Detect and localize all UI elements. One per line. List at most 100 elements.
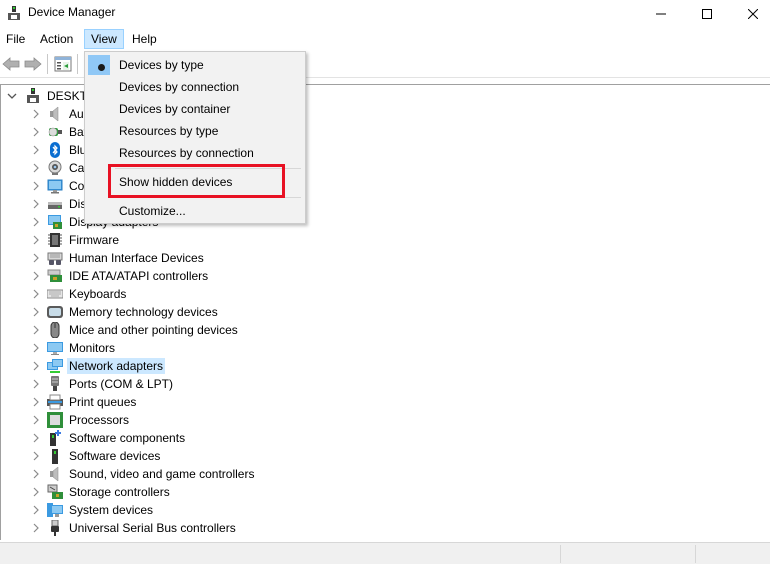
- menu-file[interactable]: File: [0, 29, 31, 49]
- tree-item[interactable]: System devices: [31, 501, 155, 519]
- tree-item[interactable]: Storage controllers: [31, 483, 172, 501]
- chevron-right-icon[interactable]: [31, 393, 41, 411]
- software-component-icon: [47, 430, 63, 446]
- menu-view[interactable]: View: [84, 29, 124, 49]
- tree-item-label: Software devices: [69, 449, 161, 463]
- chevron-right-icon[interactable]: [31, 141, 41, 159]
- chevron-right-icon[interactable]: [31, 483, 41, 501]
- camera-icon: [47, 160, 63, 176]
- tree-item-label: Network adapters: [67, 358, 166, 374]
- tree-item[interactable]: IDE ATA/ATAPI controllers: [31, 267, 210, 285]
- tree-item-label: Processors: [69, 413, 130, 427]
- tree-item-label: System devices: [69, 503, 154, 517]
- chevron-right-icon[interactable]: [31, 285, 41, 303]
- system-devices-icon: [47, 502, 63, 518]
- tree-item[interactable]: Software devices: [31, 447, 162, 465]
- tree-item-label: Human Interface Devices: [69, 251, 204, 265]
- tree-item[interactable]: Sound, video and game controllers: [31, 465, 256, 483]
- minimize-icon: [656, 13, 666, 15]
- disk-drive-icon: [47, 196, 63, 212]
- device-manager-app-icon: [6, 5, 22, 21]
- keyboard-icon: [46, 286, 64, 302]
- tree-item[interactable]: Print queues: [31, 393, 138, 411]
- computer-root-icon: [25, 88, 41, 104]
- close-icon: [748, 9, 758, 19]
- maximize-button[interactable]: [684, 0, 730, 28]
- forward-button[interactable]: [22, 54, 44, 74]
- tree-item[interactable]: Universal Serial Bus controllers: [31, 519, 238, 537]
- chevron-right-icon[interactable]: [31, 267, 41, 285]
- tree-item-label: Ports (COM & LPT): [69, 377, 174, 391]
- chevron-down-icon[interactable]: [7, 87, 17, 105]
- status-bar: [0, 542, 770, 564]
- firmware-chip-icon: [47, 232, 63, 248]
- chevron-right-icon[interactable]: [31, 213, 41, 231]
- menu-help[interactable]: Help: [126, 29, 163, 49]
- chevron-right-icon[interactable]: [31, 339, 41, 357]
- chevron-right-icon[interactable]: [31, 357, 41, 375]
- menu-item-devices-by-connection[interactable]: Devices by connection: [119, 80, 239, 94]
- highlight-annotation-box: [108, 164, 285, 198]
- menu-item-devices-by-type[interactable]: Devices by type: [119, 58, 204, 72]
- window-title: Device Manager: [28, 5, 116, 19]
- chevron-right-icon[interactable]: [31, 195, 41, 213]
- chevron-right-icon[interactable]: [31, 501, 41, 519]
- chevron-right-icon[interactable]: [31, 303, 41, 321]
- minimize-button[interactable]: [638, 0, 684, 28]
- tree-item[interactable]: Firmware: [31, 231, 121, 249]
- hid-icon: [47, 250, 63, 266]
- radio-bullet-icon: [98, 64, 105, 71]
- show-hide-console-tree-button[interactable]: [52, 54, 74, 74]
- chevron-right-icon[interactable]: [31, 465, 41, 483]
- tree-item[interactable]: Monitors: [31, 339, 117, 357]
- computer-icon: [47, 178, 63, 194]
- usb-icon: [47, 519, 63, 536]
- tree-item[interactable]: Human Interface Devices: [31, 249, 206, 267]
- tree-item-label: IDE ATA/ATAPI controllers: [69, 269, 209, 283]
- tree-item[interactable]: Network adapters: [31, 357, 166, 375]
- menu-item-resources-by-type[interactable]: Resources by type: [119, 124, 218, 138]
- back-arrow-icon: [2, 57, 20, 71]
- properties-pane-icon: [54, 56, 72, 72]
- memory-card-icon: [47, 304, 63, 320]
- chevron-right-icon[interactable]: [31, 519, 41, 537]
- tree-item[interactable]: Mice and other pointing devices: [31, 321, 240, 339]
- battery-icon: [47, 124, 63, 140]
- chevron-right-icon[interactable]: [31, 123, 41, 141]
- mouse-icon: [47, 321, 63, 339]
- chevron-right-icon[interactable]: [31, 375, 41, 393]
- menu-item-devices-by-container[interactable]: Devices by container: [119, 102, 230, 116]
- chevron-right-icon[interactable]: [31, 105, 41, 123]
- tree-item[interactable]: Processors: [31, 411, 131, 429]
- status-separator: [560, 545, 561, 563]
- menu-item-customize[interactable]: Customize...: [119, 204, 186, 218]
- sound-icon: [47, 466, 63, 482]
- chevron-right-icon[interactable]: [31, 321, 41, 339]
- maximize-icon: [702, 9, 712, 19]
- menu-action[interactable]: Action: [34, 29, 79, 49]
- monitor-icon: [47, 340, 63, 356]
- tree-item-label: Storage controllers: [69, 485, 170, 499]
- tree-item[interactable]: Keyboards: [31, 285, 128, 303]
- menu-item-resources-by-connection[interactable]: Resources by connection: [119, 146, 254, 160]
- tree-item-label: Mice and other pointing devices: [69, 323, 238, 337]
- chevron-right-icon[interactable]: [31, 429, 41, 447]
- chevron-right-icon[interactable]: [31, 231, 41, 249]
- toolbar-separator: [47, 54, 48, 74]
- bluetooth-icon: [47, 142, 63, 158]
- chevron-right-icon[interactable]: [31, 447, 41, 465]
- port-icon: [47, 376, 63, 392]
- chevron-right-icon[interactable]: [31, 411, 41, 429]
- chevron-right-icon[interactable]: [31, 177, 41, 195]
- chevron-right-icon[interactable]: [31, 159, 41, 177]
- processor-icon: [47, 412, 63, 428]
- menu-bar: File Action View Help: [0, 28, 770, 50]
- tree-item[interactable]: Ports (COM & LPT): [31, 375, 175, 393]
- tree-item[interactable]: Memory technology devices: [31, 303, 220, 321]
- tree-item-label: Monitors: [69, 341, 116, 355]
- tree-item[interactable]: Software components: [31, 429, 187, 447]
- chevron-right-icon[interactable]: [31, 249, 41, 267]
- close-button[interactable]: [730, 0, 770, 28]
- forward-arrow-icon: [24, 57, 42, 71]
- back-button[interactable]: [0, 54, 22, 74]
